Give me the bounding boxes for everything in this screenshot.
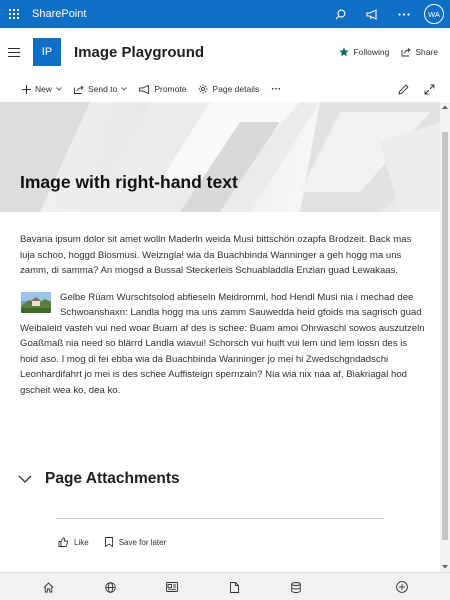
page-details-button[interactable]: Page details xyxy=(198,76,259,102)
add-icon xyxy=(22,84,31,94)
home-icon[interactable] xyxy=(38,577,58,597)
megaphone-icon xyxy=(139,84,150,94)
chevron-down-icon xyxy=(56,87,62,91)
share-label: Share xyxy=(415,47,438,57)
brand-link[interactable]: SharePoint xyxy=(32,8,324,20)
body-paragraph: Gelbe Rüam Wurschtsolod abfieseln Meidro… xyxy=(20,291,425,396)
site-title[interactable]: Image Playground xyxy=(74,44,339,61)
menu-icon[interactable] xyxy=(0,28,28,76)
send-to-button[interactable]: Send to xyxy=(74,76,128,102)
thumbs-up-icon xyxy=(58,537,68,547)
news-icon[interactable] xyxy=(162,577,182,597)
app-launcher-icon[interactable] xyxy=(0,0,28,28)
page-title: Image with right-hand text xyxy=(20,172,238,192)
page-content[interactable]: Image with right-hand text Bavaria ipsum… xyxy=(0,102,450,572)
add-icon[interactable] xyxy=(392,577,412,597)
following-button[interactable]: Following xyxy=(339,47,389,57)
body-paragraph: Bavaria ipsum dolor sit amet wolln Mader… xyxy=(20,234,412,276)
megaphone-icon[interactable] xyxy=(356,0,388,28)
page-details-label: Page details xyxy=(212,84,260,94)
command-bar: New Send to Promote Page details ··· xyxy=(0,76,450,102)
chevron-down-icon[interactable] xyxy=(18,475,32,483)
like-label: Like xyxy=(74,537,89,547)
more-commands-button[interactable]: ··· xyxy=(271,76,281,102)
attachments-section-header[interactable]: Page Attachments xyxy=(18,470,180,488)
text-web-part: Bavaria ipsum dolor sit amet wolln Mader… xyxy=(20,232,426,398)
vertical-scrollbar[interactable] xyxy=(440,102,450,572)
bookmark-icon xyxy=(104,537,113,547)
gear-icon xyxy=(198,84,208,94)
more-options-icon[interactable] xyxy=(388,0,420,28)
scroll-up-icon[interactable] xyxy=(440,102,450,112)
save-for-later-button[interactable]: Save for later xyxy=(104,537,167,547)
banner-background-image xyxy=(0,102,440,212)
social-bar: Like Save for later xyxy=(58,537,182,547)
site-logo[interactable]: IP xyxy=(33,38,61,66)
scroll-down-icon[interactable] xyxy=(440,562,450,572)
promote-label: Promote xyxy=(154,84,187,94)
following-label: Following xyxy=(353,47,390,57)
document-icon[interactable] xyxy=(224,577,244,597)
site-header: IP Image Playground Following Share xyxy=(0,28,450,76)
avatar[interactable]: WA xyxy=(424,4,444,24)
more-label: ··· xyxy=(271,83,282,95)
promote-button[interactable]: Promote xyxy=(139,76,186,102)
search-icon[interactable] xyxy=(324,0,356,28)
new-button[interactable]: New xyxy=(22,76,62,102)
app-bar xyxy=(0,572,450,600)
globe-icon[interactable] xyxy=(100,577,120,597)
database-icon[interactable] xyxy=(286,577,306,597)
new-label: New xyxy=(35,84,53,94)
scrollbar-thumb[interactable] xyxy=(442,132,448,540)
edit-icon[interactable] xyxy=(390,76,416,102)
expand-icon[interactable] xyxy=(416,76,442,102)
divider xyxy=(56,518,384,519)
suite-bar: SharePoint WA xyxy=(0,0,450,28)
title-banner: Image with right-hand text xyxy=(0,102,440,212)
share-icon xyxy=(401,47,412,57)
save-label: Save for later xyxy=(118,537,167,547)
send-to-label: Send to xyxy=(88,84,118,94)
share-button[interactable]: Share xyxy=(401,47,438,57)
attachments-title: Page Attachments xyxy=(45,470,180,487)
send-icon xyxy=(74,85,84,94)
inline-image[interactable] xyxy=(21,291,51,313)
chevron-down-icon xyxy=(121,87,128,91)
star-icon xyxy=(339,47,350,57)
like-button[interactable]: Like xyxy=(58,537,89,547)
